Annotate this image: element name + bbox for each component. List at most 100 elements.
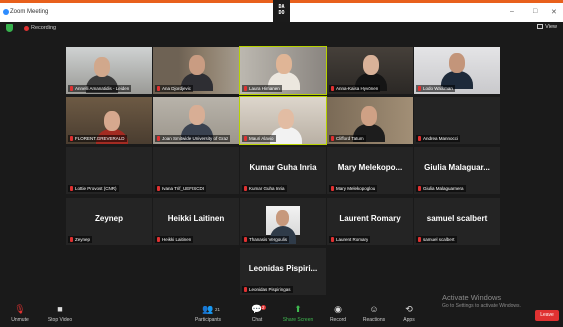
participant-name: Clifford Tatum bbox=[336, 136, 364, 141]
participant-tile[interactable]: Lottie Provost (CNR) bbox=[66, 147, 152, 194]
participant-name: Heikki Laitinen bbox=[162, 237, 192, 242]
participant-tile[interactable]: Joan Smitwide University of Graz bbox=[153, 97, 239, 144]
participant-face bbox=[94, 57, 110, 77]
participants-label: Participants bbox=[194, 317, 222, 323]
apps-icon: ⟲ bbox=[405, 304, 413, 314]
participant-display-name: Heikki Laitinen bbox=[167, 214, 225, 223]
share-screen-button[interactable]: ⬆ Share Screen bbox=[278, 304, 318, 323]
close-icon[interactable]: ✕ bbox=[551, 8, 557, 16]
name-tag: Thanasis Vergoulis bbox=[242, 236, 290, 243]
mic-muted-icon bbox=[244, 136, 247, 141]
participant-name: Laurent Romary bbox=[336, 237, 369, 242]
name-tag: Laurent Romary bbox=[329, 236, 371, 243]
participant-face bbox=[189, 55, 205, 75]
meeting-status-bar: Recording View bbox=[0, 22, 563, 34]
participant-face bbox=[278, 109, 294, 129]
participant-tile[interactable]: Ivana Trif_UEFISCDI bbox=[153, 147, 239, 194]
chat-label: Chat bbox=[251, 317, 263, 323]
name-tag: Lottie Provost (CNR) bbox=[68, 185, 119, 192]
mic-muted-icon bbox=[157, 86, 160, 91]
name-tag: Kumar Guha Inria bbox=[242, 185, 287, 192]
participant-tile[interactable]: Laurent Romary Laurent Romary bbox=[327, 198, 413, 245]
shield-icon[interactable] bbox=[6, 24, 13, 32]
participant-tile[interactable]: Laura Himanen bbox=[239, 46, 327, 95]
mic-muted-icon bbox=[70, 237, 73, 242]
participant-tile[interactable]: Leonidas Pispiri... Leonidas Pispiringas bbox=[240, 248, 326, 295]
reactions-label: Reactions bbox=[362, 317, 386, 323]
mic-muted-icon bbox=[70, 86, 73, 91]
mic-muted-icon bbox=[70, 186, 73, 191]
participant-face bbox=[449, 53, 465, 73]
participant-display-name: Giulia Malaguar... bbox=[424, 163, 490, 172]
mic-muted-icon bbox=[157, 136, 160, 141]
participant-display-name: Laurent Romary bbox=[339, 214, 401, 223]
participant-tile[interactable]: Ana Djordjevic bbox=[153, 47, 239, 94]
participant-tile[interactable]: Anna-Kaisa Hyvönen bbox=[327, 47, 413, 94]
name-tag: Clifford Tatum bbox=[329, 135, 366, 142]
participant-display-name: Leonidas Pispiri... bbox=[248, 264, 318, 273]
zoom-window: Zoom Meeting – □ ✕ DA DO Recording View A… bbox=[0, 0, 563, 327]
participant-display-name: Zeynep bbox=[94, 214, 123, 223]
mic-muted-icon bbox=[331, 136, 334, 141]
name-tag: Annelli Amanatidis - Leiden bbox=[68, 85, 132, 92]
participant-face bbox=[361, 106, 377, 126]
participant-tile[interactable]: Mary Melekopo... Mary Melekopoglou bbox=[327, 147, 413, 194]
leave-button[interactable]: Leave bbox=[535, 310, 559, 321]
participant-name: FLORENT.GREVERALD bbox=[75, 136, 125, 141]
mic-muted-icon bbox=[157, 186, 160, 191]
video-feed bbox=[266, 206, 300, 244]
record-button[interactable]: ◉ Record bbox=[318, 304, 358, 323]
participant-name: Joan Smitwide University of Graz bbox=[162, 136, 229, 141]
participant-name: Thanasis Vergoulis bbox=[249, 237, 288, 242]
participant-name: Zeynep bbox=[75, 237, 91, 242]
name-tag: Anna-Kaisa Hyvönen bbox=[329, 85, 381, 92]
recording-icon bbox=[24, 26, 29, 31]
maximize-icon[interactable]: □ bbox=[533, 8, 537, 15]
stop-video-button[interactable]: ■ Stop Video bbox=[40, 304, 80, 323]
minimize-icon[interactable]: – bbox=[510, 8, 514, 15]
name-tag: Zeynep bbox=[68, 236, 93, 243]
reactions-button[interactable]: ☺ Reactions bbox=[354, 304, 394, 323]
participant-name: Lodo Walkman bbox=[423, 86, 453, 91]
participant-tile[interactable]: Mauri Alavio bbox=[239, 96, 327, 145]
name-tag: samuel scalbert bbox=[416, 236, 457, 243]
chat-bubble-icon: 💬 bbox=[251, 304, 263, 314]
participant-name: Ivana Trif_UEFISCDI bbox=[162, 186, 205, 191]
participant-display-name: samuel scalbert bbox=[426, 214, 488, 223]
mic-muted-icon bbox=[244, 237, 247, 242]
participant-tile[interactable]: Zeynep Zeynep bbox=[66, 198, 152, 245]
watermark-title: Activate Windows bbox=[442, 293, 502, 302]
apps-label: Apps bbox=[403, 317, 415, 323]
mic-muted-icon bbox=[331, 186, 334, 191]
participant-name: Andrea Mannocci bbox=[423, 136, 459, 141]
participant-face bbox=[189, 105, 205, 125]
participants-button[interactable]: 👥 21 Participants bbox=[188, 304, 228, 323]
participant-tile[interactable]: Kumar Guha Inria Kumar Guha Inria bbox=[240, 147, 326, 194]
mic-muted-icon bbox=[418, 86, 421, 91]
participant-tile[interactable]: Annelli Amanatidis - Leiden bbox=[66, 47, 152, 94]
participant-tile[interactable]: Heikki Laitinen Heikki Laitinen bbox=[153, 198, 239, 245]
apps-button[interactable]: ⟲ Apps bbox=[389, 304, 429, 323]
mic-muted-icon bbox=[70, 136, 73, 141]
name-tag: Ana Djordjevic bbox=[155, 85, 194, 92]
participant-tile[interactable]: Thanasis Vergoulis bbox=[240, 198, 326, 245]
share-screen-label: Share Screen bbox=[282, 317, 314, 323]
participant-name: Mauri Alavio bbox=[249, 136, 274, 141]
name-tag: Leonidas Pispiringas bbox=[242, 286, 293, 293]
participant-name: Giulia Malaguarnera bbox=[423, 186, 464, 191]
participant-tile[interactable]: samuel scalbert samuel scalbert bbox=[414, 198, 500, 245]
participant-tile[interactable]: Lodo Walkman bbox=[414, 47, 500, 94]
view-button[interactable]: View bbox=[537, 24, 557, 30]
participant-tile[interactable]: Andrea Mannocci bbox=[414, 97, 500, 144]
record-icon: ◉ bbox=[334, 304, 342, 314]
mic-muted-icon bbox=[418, 186, 421, 191]
participant-display-name: Kumar Guha Inria bbox=[249, 163, 317, 172]
participant-tile[interactable]: Clifford Tatum bbox=[327, 97, 413, 144]
mic-muted-icon bbox=[244, 287, 247, 292]
participant-tile[interactable]: FLORENT.GREVERALD bbox=[66, 97, 152, 144]
participant-tile[interactable]: Giulia Malaguar... Giulia Malaguarnera bbox=[414, 147, 500, 194]
grid-icon bbox=[537, 24, 544, 30]
participant-face bbox=[104, 111, 120, 131]
chat-button[interactable]: 💬 2 Chat bbox=[237, 304, 277, 323]
unmute-button[interactable]: 🎙 Unmute bbox=[0, 304, 40, 323]
